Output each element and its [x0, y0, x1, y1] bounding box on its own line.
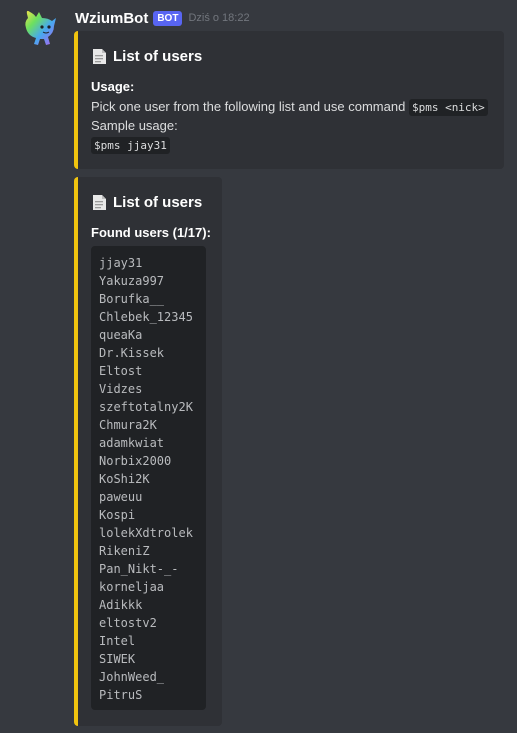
sample-command-code: $pms jjay31 — [91, 137, 170, 154]
user-list-item: Chlebek_12345 — [99, 310, 193, 324]
usage-line-3: $pms jjay31 — [91, 135, 170, 155]
user-list-item: Borufka__ — [99, 292, 165, 306]
usage-field-name: Usage: — [91, 79, 135, 94]
user-list-item: lolekXdtrolek — [99, 526, 193, 540]
users-embed: List of users Found users (1/17): jjay31… — [74, 177, 222, 726]
user-list-item: jjay31 — [99, 256, 143, 270]
user-list-codeblock: jjay31 Yakuza997 Borufka__ Chlebek_12345que… — [91, 246, 206, 710]
user-list-item: Dr.Kissek — [99, 346, 165, 360]
user-list-item: Eltost — [99, 364, 143, 378]
embed-title-text: List of users — [113, 48, 203, 65]
embed-title-text: List of users — [113, 194, 203, 211]
user-list-item: KoShi2K — [99, 472, 150, 486]
sample-usage-label: Sample usage: — [91, 118, 178, 133]
user-list-item: adamkwiat — [99, 436, 165, 450]
chat-message: WziumBot BOT Dziś o 18:22 List of users … — [0, 0, 517, 733]
user-list-item: Pan_Nikt-_- — [99, 562, 179, 576]
user-list-item: Kospi — [99, 508, 136, 522]
found-users-field-name: Found users (1/17): — [91, 225, 211, 240]
user-list-item: PitruS — [99, 688, 143, 702]
user-list-item: korneljaa — [99, 580, 165, 594]
embed-title: List of users — [91, 193, 202, 212]
usage-embed: List of users Usage: Pick one user from … — [74, 31, 504, 169]
user-list-item: Yakuza997 — [99, 274, 165, 288]
user-list-item: SIWEK — [99, 652, 136, 666]
usage-line-1: Pick one user from the following list an… — [91, 97, 488, 117]
user-list-item: szeftotalny2K — [99, 400, 193, 414]
user-list-item: Chmura2K — [99, 418, 157, 432]
user-list-item: paweuu — [99, 490, 143, 504]
user-list-item: JohnWeed_ — [99, 670, 165, 684]
embed-title: List of users — [91, 47, 202, 66]
bot-badge: BOT — [153, 10, 183, 26]
author-name[interactable]: WziumBot — [75, 10, 148, 27]
user-list-item: Norbix2000 — [99, 454, 172, 468]
user-list-item: eltostv2 — [99, 616, 157, 630]
user-list-item: Intel — [99, 634, 136, 648]
usage-instruction: Pick one user from the following list an… — [91, 99, 406, 114]
user-list-item: Vidzes — [99, 382, 143, 396]
user-list-item: Adikkk — [99, 598, 143, 612]
bot-avatar[interactable] — [22, 8, 58, 48]
command-code: $pms <nick> — [408, 99, 488, 116]
document-icon — [93, 49, 106, 64]
document-icon — [93, 195, 106, 210]
user-list-item: queaKa — [99, 328, 143, 342]
message-timestamp[interactable]: Dziś o 18:22 — [188, 12, 249, 24]
message-header: WziumBot BOT Dziś o 18:22 — [75, 8, 250, 28]
user-list-item: RikeniZ — [99, 544, 150, 558]
